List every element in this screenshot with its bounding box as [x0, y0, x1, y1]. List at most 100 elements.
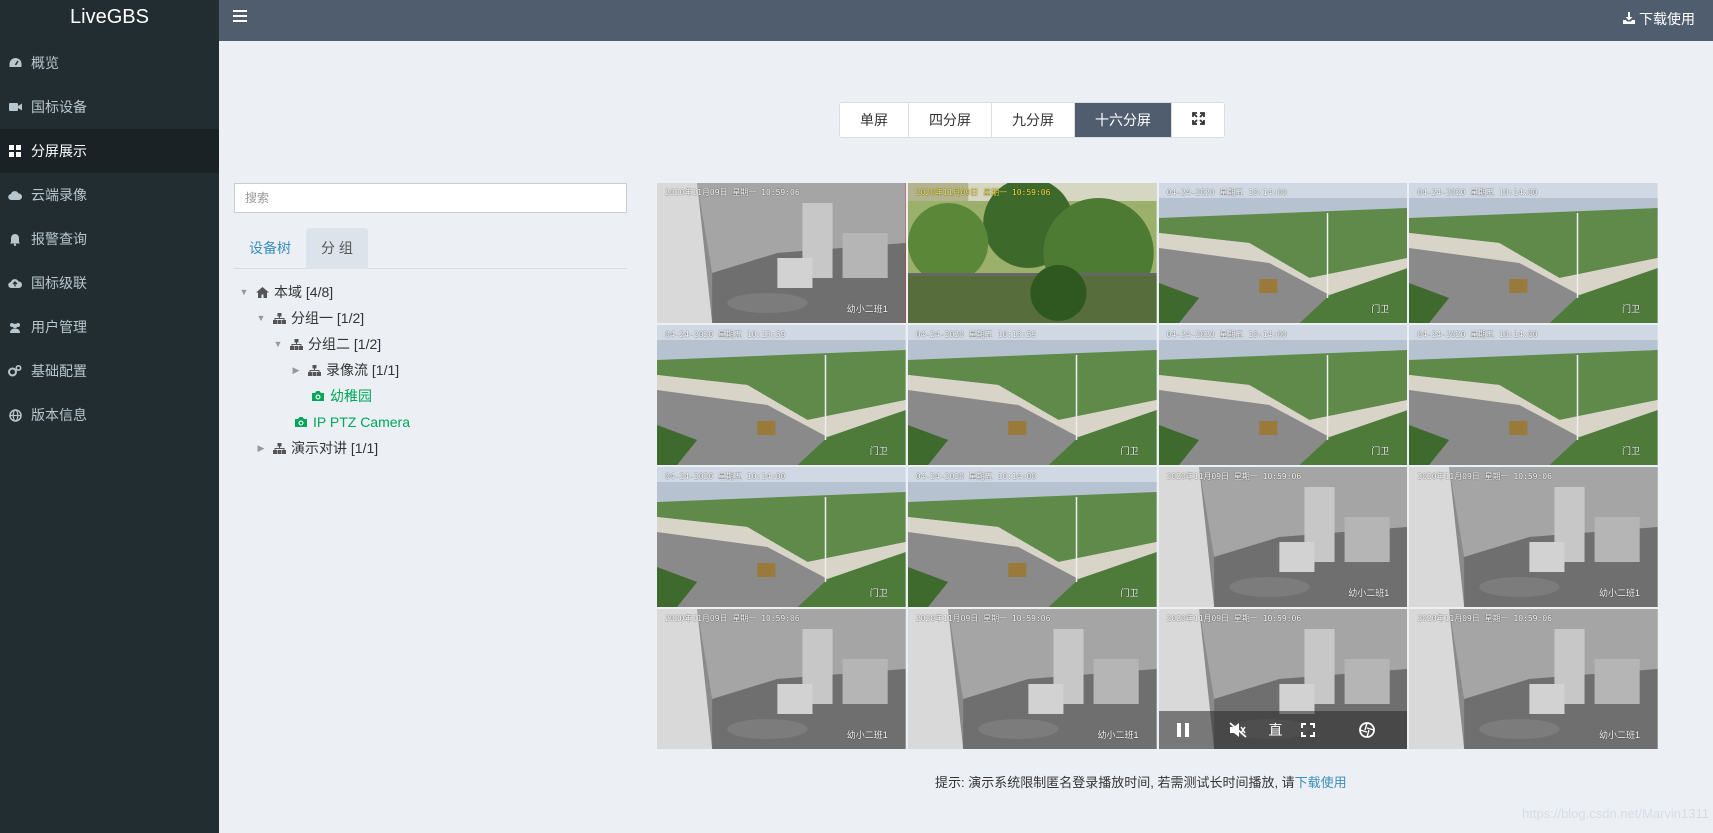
mute-icon[interactable] [1228, 718, 1247, 742]
sidebar-item-overview[interactable]: 概览 [0, 41, 219, 85]
grid-icon [8, 144, 22, 158]
tab-device-tree[interactable]: 设备树 [234, 228, 306, 269]
download-link[interactable]: 下载使用 [1623, 9, 1695, 29]
caret-down-icon[interactable]: ▼ [240, 287, 249, 297]
video-player-1[interactable]: 2020年11月09日 星期一 10:59:06 幼小二班1 [657, 183, 906, 323]
video-player-16[interactable]: 2020年11月09日 星期一 10:59:06 幼小二班1 [1409, 609, 1658, 749]
tab-group[interactable]: 分 组 [306, 228, 368, 269]
fullscreen-button[interactable] [1172, 103, 1224, 137]
sidebar-item-label: 版本信息 [31, 407, 87, 423]
snapshot-icon[interactable] [1358, 718, 1375, 742]
dashboard-icon [8, 56, 22, 70]
video-osd-timestamp: 2020年11月09日 星期一 10:59:06 [915, 188, 1051, 197]
tree-node-demo-intercom[interactable]: ▶ 演示对讲 [1/1] [257, 438, 379, 458]
video-player-4[interactable]: 04-24-2020 星期五 10:14:00 门卫 [1409, 183, 1658, 323]
video-player-14[interactable]: 2020年11月09日 星期一 10:59:06 幼小二班1 [908, 609, 1157, 749]
video-player-2[interactable]: 2020年11月09日 星期一 10:59:06 [908, 183, 1157, 323]
caret-down-icon[interactable]: ▼ [257, 313, 266, 323]
tip-download-link[interactable]: 下载使用 [1295, 775, 1347, 790]
video-player-5[interactable]: 04-24-2020 星期五 10:13:59 门卫 [657, 325, 906, 465]
tree-node-root[interactable]: ▼ 本域 [4/8] [240, 282, 334, 302]
video-frame [1409, 325, 1658, 465]
sixteen-screen-button[interactable]: 十六分屏 [1075, 103, 1172, 137]
sidebar-item-user-management[interactable]: 用户管理 [0, 305, 219, 349]
search-input[interactable] [234, 183, 627, 213]
fullscreen-icon[interactable] [1300, 718, 1315, 742]
download-label: 下载使用 [1639, 11, 1695, 27]
video-player-9[interactable]: 04-24-2020 星期五 10:14:00 门卫 [657, 467, 906, 607]
camera-icon [311, 390, 325, 402]
video-osd-label: 幼小二班1 [1598, 588, 1640, 598]
caret-right-icon[interactable]: ▶ [292, 365, 300, 375]
menu-toggle-icon[interactable] [233, 10, 247, 24]
sidebar-item-gb-cascade[interactable]: 国标级联 [0, 261, 219, 305]
watermark: https://blog.csdn.net/Marvin1311 [1522, 806, 1709, 821]
caret-down-icon[interactable]: ▼ [274, 339, 283, 349]
video-osd-timestamp: 04-24-2020 星期五 10:14:00 [915, 472, 1037, 481]
video-player-6[interactable]: 04-24-2020 星期五 10:13:59 门卫 [908, 325, 1157, 465]
tree-node-label: 分组二 [1/2] [308, 336, 382, 352]
expand-icon [1191, 103, 1205, 137]
tree-node-group1[interactable]: ▼ 分组一 [1/2] [257, 308, 365, 328]
tree-node-kindergarten-camera[interactable]: 幼稚园 [311, 386, 372, 406]
sidebar-item-version-info[interactable]: 版本信息 [0, 393, 219, 437]
video-frame [908, 325, 1157, 465]
video-osd-timestamp: 2020年11月09日 星期一 10:59:06 [1166, 614, 1302, 623]
tree-tabs: 设备树 分 组 [234, 228, 627, 269]
four-screen-button[interactable]: 四分屏 [909, 103, 992, 137]
video-control-bar: 直 [1158, 711, 1408, 749]
video-player-13[interactable]: 2020年11月09日 星期一 10:59:06 幼小二班1 [657, 609, 906, 749]
nine-screen-button[interactable]: 九分屏 [992, 103, 1075, 137]
video-player-10[interactable]: 04-24-2020 星期五 10:14:00 门卫 [908, 467, 1157, 607]
sidebar-item-cloud-recording[interactable]: 云端录像 [0, 173, 219, 217]
tree-node-label: 本域 [4/8] [274, 284, 334, 300]
video-player-15[interactable]: 2020年11月09日 星期一 10:59:06 直 [1158, 609, 1408, 749]
sidebar-item-split-screen[interactable]: 分屏展示 [0, 129, 219, 173]
cloud-icon [8, 188, 22, 202]
single-screen-button[interactable]: 单屏 [840, 103, 909, 137]
tree-node-ip-ptz-camera[interactable]: IP PTZ Camera [294, 412, 410, 432]
tree-node-group2[interactable]: ▼ 分组二 [1/2] [274, 334, 382, 354]
sitemap-icon [308, 364, 321, 376]
video-osd-label: 门卫 [1371, 446, 1390, 456]
caret-right-icon[interactable]: ▶ [257, 443, 265, 453]
video-player-7[interactable]: 04-24-2020 星期五 10:14:00 门卫 [1159, 325, 1408, 465]
globe-icon [8, 408, 22, 422]
camera-icon [294, 416, 308, 428]
video-player-12[interactable]: 2020年11月09日 星期一 10:59:06 幼小二班1 [1409, 467, 1658, 607]
cloud-upload-icon [8, 276, 22, 290]
sitemap-icon [290, 338, 303, 350]
sidebar-item-gb-devices[interactable]: 国标设备 [0, 85, 219, 129]
video-osd-label: 门卫 [1621, 304, 1640, 314]
sidebar-item-label: 概览 [31, 55, 59, 71]
video-frame [657, 467, 906, 607]
video-osd-timestamp: 2020年11月09日 星期一 10:59:06 [915, 614, 1051, 623]
sidebar-item-label: 云端录像 [31, 187, 87, 203]
sidebar-item-basic-config[interactable]: 基础配置 [0, 349, 219, 393]
video-player-3[interactable]: 04-24-2020 星期五 10:14:00 门卫 [1159, 183, 1408, 323]
video-osd-label: 幼小二班1 [1598, 730, 1640, 740]
pause-icon[interactable] [1176, 718, 1189, 742]
video-player-8[interactable]: 04-24-2020 星期五 10:14:00 门卫 [1409, 325, 1658, 465]
video-osd-timestamp: 04-24-2020 星期五 10:14:00 [1417, 188, 1538, 197]
tree-node-label: 分组一 [1/2] [291, 310, 365, 326]
sidebar-menu: 概览 国标设备 分屏展示 云端录像 报警查询 国标级联 用户管理 基础配置 版本… [0, 41, 219, 437]
top-header: 下载使用 [219, 0, 1713, 41]
tree-node-recording-stream[interactable]: ▶ 录像流 [1/1] [292, 360, 400, 380]
users-icon [8, 320, 22, 334]
app-logo[interactable]: LiveGBS [0, 0, 219, 41]
sidebar-item-alarm-query[interactable]: 报警查询 [0, 217, 219, 261]
sitemap-icon [273, 312, 286, 324]
screen-mode-group: 单屏 四分屏 九分屏 十六分屏 [839, 102, 1225, 138]
sitemap-icon [273, 442, 286, 454]
tree-node-label: 幼稚园 [330, 388, 372, 404]
video-frame [1159, 325, 1408, 465]
video-osd-timestamp: 2020年11月09日 星期一 10:59:06 [1417, 614, 1552, 623]
live-indicator[interactable]: 直 [1269, 718, 1283, 742]
video-osd-timestamp: 04-24-2020 星期五 10:14:00 [1417, 330, 1538, 339]
video-frame [1159, 183, 1408, 323]
video-frame [1409, 183, 1658, 323]
sidebar: LiveGBS 概览 国标设备 分屏展示 云端录像 报警查询 国标级联 用户管理… [0, 0, 219, 833]
video-camera-icon [8, 100, 22, 114]
video-player-11[interactable]: 2020年11月09日 星期一 10:59:06 幼小二班1 [1159, 467, 1408, 607]
